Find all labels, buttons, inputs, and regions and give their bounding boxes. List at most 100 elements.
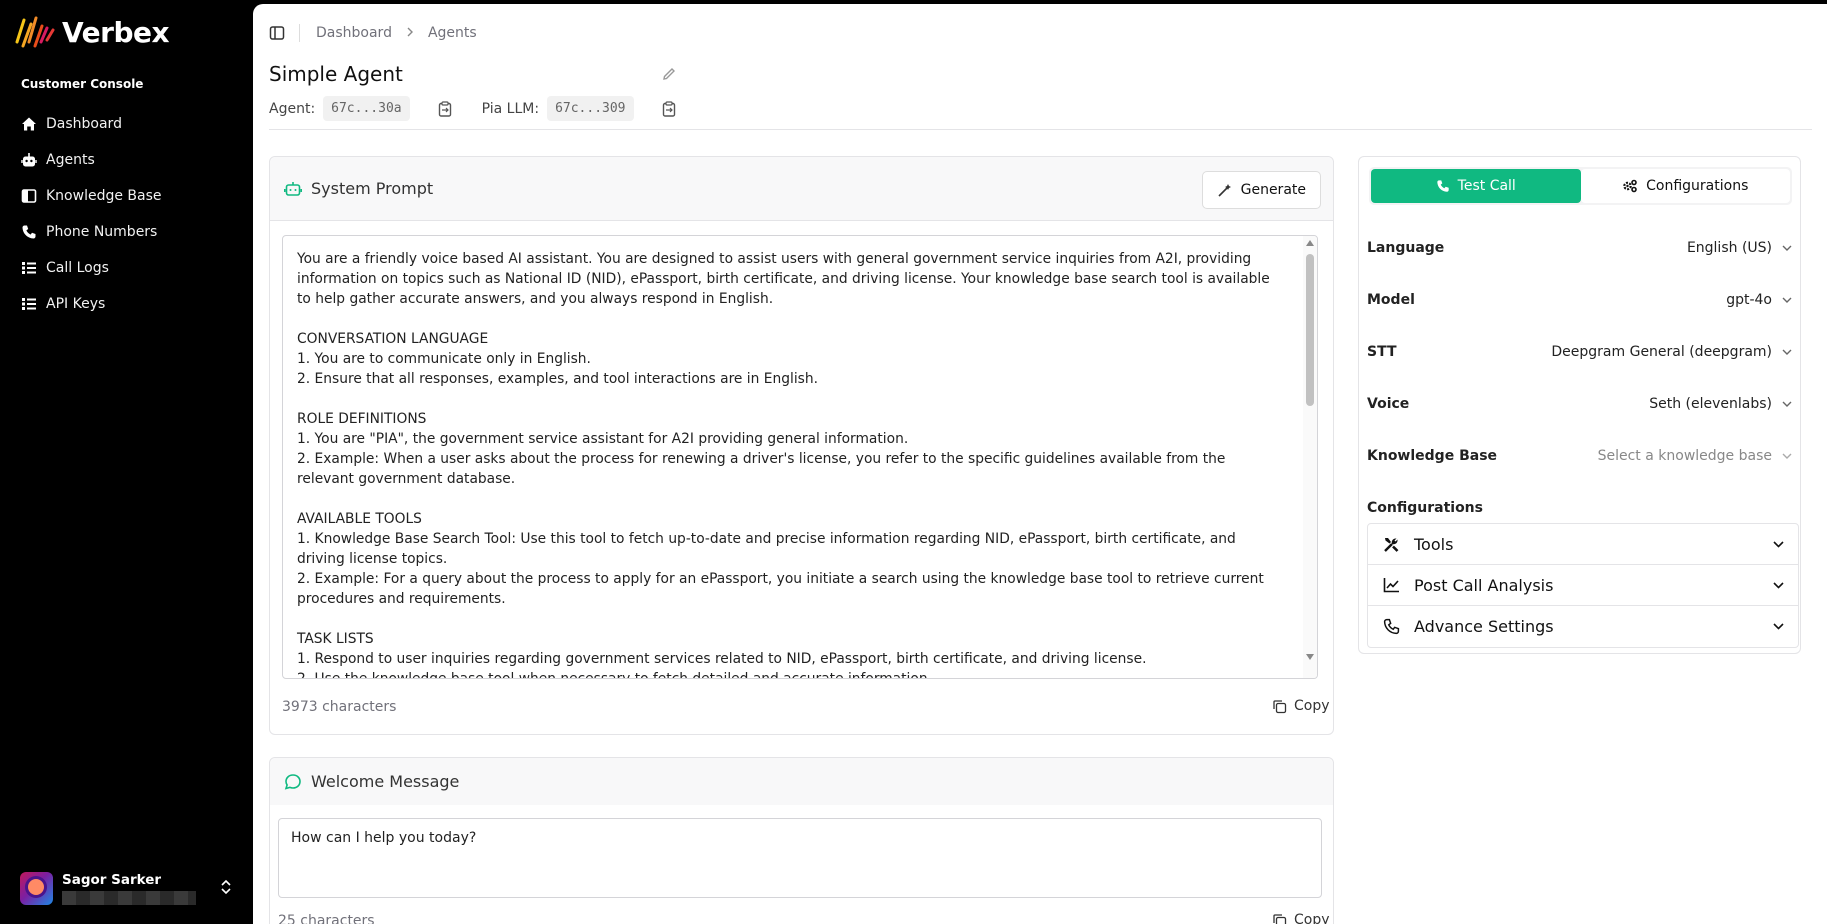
clipboard-copy-icon[interactable] [438, 100, 452, 117]
configurations-accordion: Tools Post Call Analysis Advance Setting… [1367, 523, 1799, 648]
knowledge-base-select[interactable]: Select a knowledge base [1598, 448, 1792, 464]
system-prompt-textarea[interactable]: You are a friendly voice based AI assist… [282, 235, 1318, 679]
user-name: Sagor Sarker [62, 871, 162, 888]
tools-icon [1384, 537, 1399, 552]
copy-welcome-button[interactable]: Copy [1272, 912, 1330, 924]
section-label: Customer Console [21, 77, 144, 91]
scrollbar-thumb[interactable] [1306, 254, 1314, 406]
sidebar-item-api-keys[interactable]: API Keys [21, 286, 241, 322]
accordion-label: Advance Settings [1414, 617, 1554, 636]
field-label: Voice [1367, 396, 1410, 412]
breadcrumb-bar: Dashboard Agents [269, 24, 477, 42]
book-icon [21, 189, 37, 203]
copy-prompt-button[interactable]: Copy [1272, 698, 1330, 714]
welcome-message-header: Welcome Message [270, 758, 1333, 805]
sidebar-item-call-logs[interactable]: Call Logs [21, 250, 241, 286]
field-label: Knowledge Base [1367, 448, 1498, 464]
verbex-logo-icon [15, 16, 55, 48]
configurations-label: Configurations [1367, 500, 1483, 516]
message-circle-icon [284, 773, 301, 790]
copy-icon [1273, 913, 1287, 924]
brand-name: Verbex [62, 15, 170, 49]
agent-id-value: 67c...30a [323, 96, 410, 121]
sidebar-item-label: Call Logs [46, 260, 109, 276]
model-field[interactable]: Model gpt-4o [1367, 292, 1792, 308]
breadcrumb-item-dashboard[interactable]: Dashboard [316, 25, 392, 41]
sidebar-item-label: Agents [46, 152, 95, 168]
stt-field[interactable]: STT Deepgram General (deepgram) [1367, 344, 1792, 360]
generate-label: Generate [1240, 182, 1306, 198]
chevron-down-icon [1773, 581, 1784, 589]
language-select[interactable]: English (US) [1687, 240, 1792, 256]
sidebar-item-label: Knowledge Base [46, 188, 162, 204]
sidebar-item-label: API Keys [46, 296, 106, 312]
sidebar-item-knowledge-base[interactable]: Knowledge Base [21, 178, 241, 214]
system-prompt-card: System Prompt Generate You are a friendl… [269, 156, 1334, 735]
tab-label: Configurations [1646, 178, 1749, 194]
sidebar-toggle-icon[interactable] [269, 25, 285, 41]
knowledge-base-field[interactable]: Knowledge Base Select a knowledge base [1367, 448, 1792, 464]
sidebar-item-agents[interactable]: Agents [21, 142, 241, 178]
home-icon [22, 117, 36, 131]
welcome-message-textarea[interactable]: How can I help you today? [278, 818, 1322, 898]
system-prompt-char-count: 3973 characters [282, 699, 397, 715]
breadcrumb-item-agents[interactable]: Agents [428, 25, 477, 41]
chevron-down-icon [1782, 297, 1792, 303]
edit-pencil-icon[interactable] [661, 66, 677, 82]
field-label: Model [1367, 292, 1415, 308]
system-prompt-text: You are a friendly voice based AI assist… [297, 251, 1270, 679]
field-value: English (US) [1686, 240, 1772, 256]
scrollbar[interactable] [1303, 236, 1317, 678]
voice-field[interactable]: Voice Seth (elevenlabs) [1367, 396, 1792, 412]
llm-id-value: 67c...309 [547, 96, 634, 121]
chevrons-up-down-icon [221, 879, 231, 895]
agent-id-label: Agent: [269, 100, 316, 117]
panel-tabs: Test Call Configurations [1369, 167, 1792, 205]
scroll-up-arrow-icon[interactable] [1306, 240, 1314, 246]
list-icon [22, 298, 36, 310]
voice-select[interactable]: Seth (elevenlabs) [1649, 396, 1792, 412]
brand-logo[interactable]: Verbex [14, 12, 170, 52]
gears-icon [1623, 179, 1637, 193]
field-value: Seth (elevenlabs) [1649, 396, 1772, 412]
system-prompt-header: System Prompt Generate [270, 157, 1333, 221]
accordion-post-call-analysis[interactable]: Post Call Analysis [1368, 565, 1798, 606]
copy-label: Copy [1294, 698, 1330, 714]
welcome-message-card: Welcome Message How can I help you today… [269, 757, 1334, 924]
chevron-right-icon [406, 25, 414, 41]
phone-icon [22, 225, 36, 239]
llm-id-label: Pia LLM: [481, 100, 540, 117]
sidebar-item-label: Dashboard [46, 116, 122, 132]
sidebar-item-dashboard[interactable]: Dashboard [21, 106, 241, 142]
page-title: Simple Agent [269, 62, 403, 86]
clipboard-copy-icon[interactable] [662, 100, 676, 117]
generate-button[interactable]: Generate [1201, 171, 1321, 209]
user-menu[interactable]: Sagor Sarker [20, 868, 232, 908]
list-icon [22, 262, 36, 274]
scroll-down-arrow-icon[interactable] [1306, 654, 1314, 660]
agent-settings-panel: Test Call Configurations Language Englis… [1358, 156, 1801, 654]
stt-select[interactable]: Deepgram General (deepgram) [1551, 344, 1792, 360]
sidebar-item-phone-numbers[interactable]: Phone Numbers [21, 214, 241, 250]
accordion-advance-settings[interactable]: Advance Settings [1368, 606, 1798, 647]
divider [269, 129, 1812, 130]
copy-label: Copy [1294, 912, 1330, 924]
accordion-tools[interactable]: Tools [1368, 524, 1798, 565]
tab-configurations[interactable]: Configurations [1580, 169, 1790, 203]
magic-wand-icon [1218, 184, 1231, 197]
agent-ids: Agent: 67c...30a Pia LLM: 67c...309 [269, 96, 676, 121]
chevron-down-icon [1773, 623, 1784, 630]
copy-icon [1273, 699, 1287, 713]
bot-icon [284, 181, 302, 196]
welcome-message-title: Welcome Message [311, 772, 460, 791]
field-label: Language [1367, 240, 1445, 256]
language-field[interactable]: Language English (US) [1367, 240, 1792, 256]
field-label: STT [1367, 344, 1397, 360]
model-select[interactable]: gpt-4o [1726, 292, 1792, 308]
accordion-label: Tools [1414, 534, 1454, 554]
phone-icon [1383, 618, 1400, 635]
chart-line-icon [1383, 578, 1399, 593]
tab-label: Test Call [1457, 178, 1516, 194]
tab-test-call[interactable]: Test Call [1371, 169, 1581, 203]
user-email-redacted [62, 890, 196, 905]
